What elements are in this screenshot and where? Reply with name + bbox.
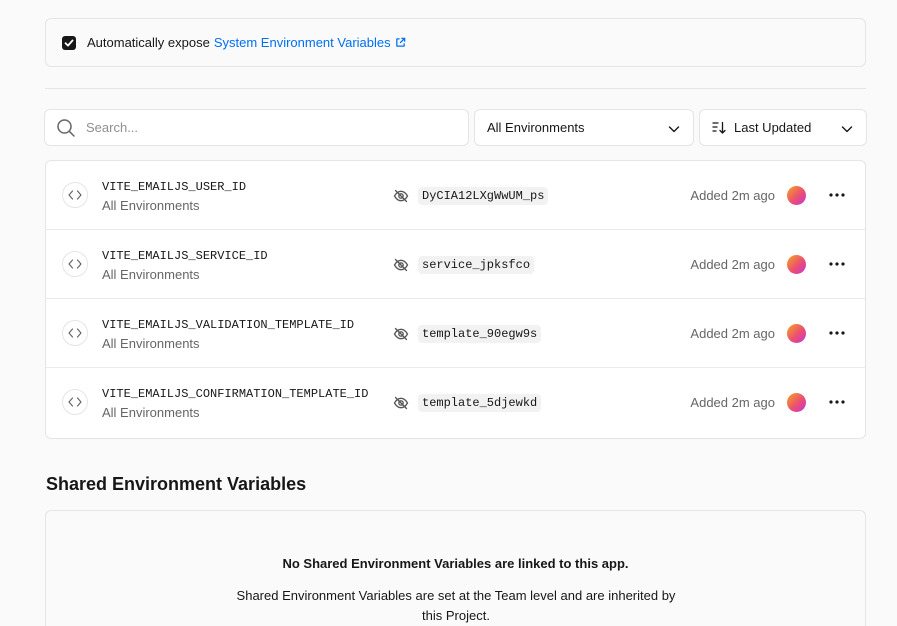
avatar bbox=[787, 186, 806, 205]
search-input[interactable] bbox=[86, 120, 446, 135]
more-horizontal-icon bbox=[829, 331, 845, 335]
search-box[interactable] bbox=[44, 109, 469, 146]
env-variable-row[interactable]: VITE_EMAILJS_CONFIRMATION_TEMPLATE_ID Al… bbox=[46, 368, 865, 437]
code-icon bbox=[62, 182, 88, 208]
variable-value[interactable]: template_5djewkd bbox=[418, 394, 542, 412]
code-icon bbox=[62, 251, 88, 277]
more-horizontal-icon bbox=[829, 262, 845, 266]
added-time: Added 2m ago bbox=[690, 257, 775, 272]
more-horizontal-icon bbox=[829, 400, 845, 404]
eye-off-icon[interactable] bbox=[393, 395, 409, 411]
more-options-button[interactable] bbox=[826, 253, 848, 275]
variable-name: VITE_EMAILJS_VALIDATION_TEMPLATE_ID bbox=[102, 318, 355, 332]
environment-filter-select[interactable]: All Environments bbox=[474, 109, 694, 146]
variable-environment: All Environments bbox=[102, 267, 200, 282]
chevron-down-icon bbox=[668, 126, 680, 133]
sort-value: Last Updated bbox=[734, 120, 812, 135]
variable-environment: All Environments bbox=[102, 405, 200, 420]
empty-state-heading: No Shared Environment Variables are link… bbox=[282, 556, 629, 571]
avatar bbox=[787, 324, 806, 343]
system-env-variables-link-text[interactable]: System Environment Variables bbox=[214, 35, 391, 50]
environment-filter-value: All Environments bbox=[487, 120, 585, 135]
env-variable-row[interactable]: VITE_EMAILJS_VALIDATION_TEMPLATE_ID All … bbox=[46, 299, 865, 368]
code-icon bbox=[62, 320, 88, 346]
env-variable-row[interactable]: VITE_EMAILJS_SERVICE_ID All Environments… bbox=[46, 230, 865, 299]
variable-name: VITE_EMAILJS_USER_ID bbox=[102, 180, 247, 194]
checkmark-icon bbox=[64, 39, 74, 46]
expose-system-env-panel: Automatically expose System Environment … bbox=[45, 18, 866, 67]
more-options-button[interactable] bbox=[826, 184, 848, 206]
env-variables-list: VITE_EMAILJS_USER_ID All Environments Dy… bbox=[45, 160, 866, 439]
shared-env-variables-empty-state: No Shared Environment Variables are link… bbox=[45, 510, 866, 626]
empty-state-description: Shared Environment Variables are set at … bbox=[236, 588, 676, 623]
sort-icon bbox=[712, 121, 726, 134]
eye-off-icon[interactable] bbox=[393, 326, 409, 342]
variable-name: VITE_EMAILJS_SERVICE_ID bbox=[102, 249, 268, 263]
added-time: Added 2m ago bbox=[690, 188, 775, 203]
expose-checkbox[interactable] bbox=[62, 35, 76, 50]
expose-label: Automatically expose bbox=[87, 35, 210, 50]
variable-value[interactable]: template_90egw9s bbox=[418, 325, 542, 343]
search-icon bbox=[57, 118, 75, 137]
chevron-down-icon bbox=[841, 126, 853, 133]
variable-environment: All Environments bbox=[102, 336, 200, 351]
more-options-button[interactable] bbox=[826, 322, 848, 344]
variable-environment: All Environments bbox=[102, 198, 200, 213]
variable-value[interactable]: DyCIA12LXgWwUM_ps bbox=[418, 187, 549, 205]
sort-select[interactable]: Last Updated bbox=[699, 109, 867, 146]
more-options-button[interactable] bbox=[826, 391, 848, 413]
added-time: Added 2m ago bbox=[690, 326, 775, 341]
eye-off-icon[interactable] bbox=[393, 188, 409, 204]
added-time: Added 2m ago bbox=[690, 395, 775, 410]
env-variable-row[interactable]: VITE_EMAILJS_USER_ID All Environments Dy… bbox=[46, 161, 865, 230]
code-icon bbox=[62, 389, 88, 415]
more-horizontal-icon bbox=[829, 193, 845, 197]
avatar bbox=[787, 393, 806, 412]
external-link-icon bbox=[395, 37, 405, 47]
variable-name: VITE_EMAILJS_CONFIRMATION_TEMPLATE_ID bbox=[102, 387, 369, 401]
variable-value[interactable]: service_jpksfco bbox=[418, 256, 535, 274]
system-env-variables-link[interactable]: System Environment Variables bbox=[214, 35, 406, 50]
avatar bbox=[787, 255, 806, 274]
section-divider bbox=[45, 88, 866, 89]
eye-off-icon[interactable] bbox=[393, 257, 409, 273]
shared-env-variables-title: Shared Environment Variables bbox=[46, 474, 307, 494]
